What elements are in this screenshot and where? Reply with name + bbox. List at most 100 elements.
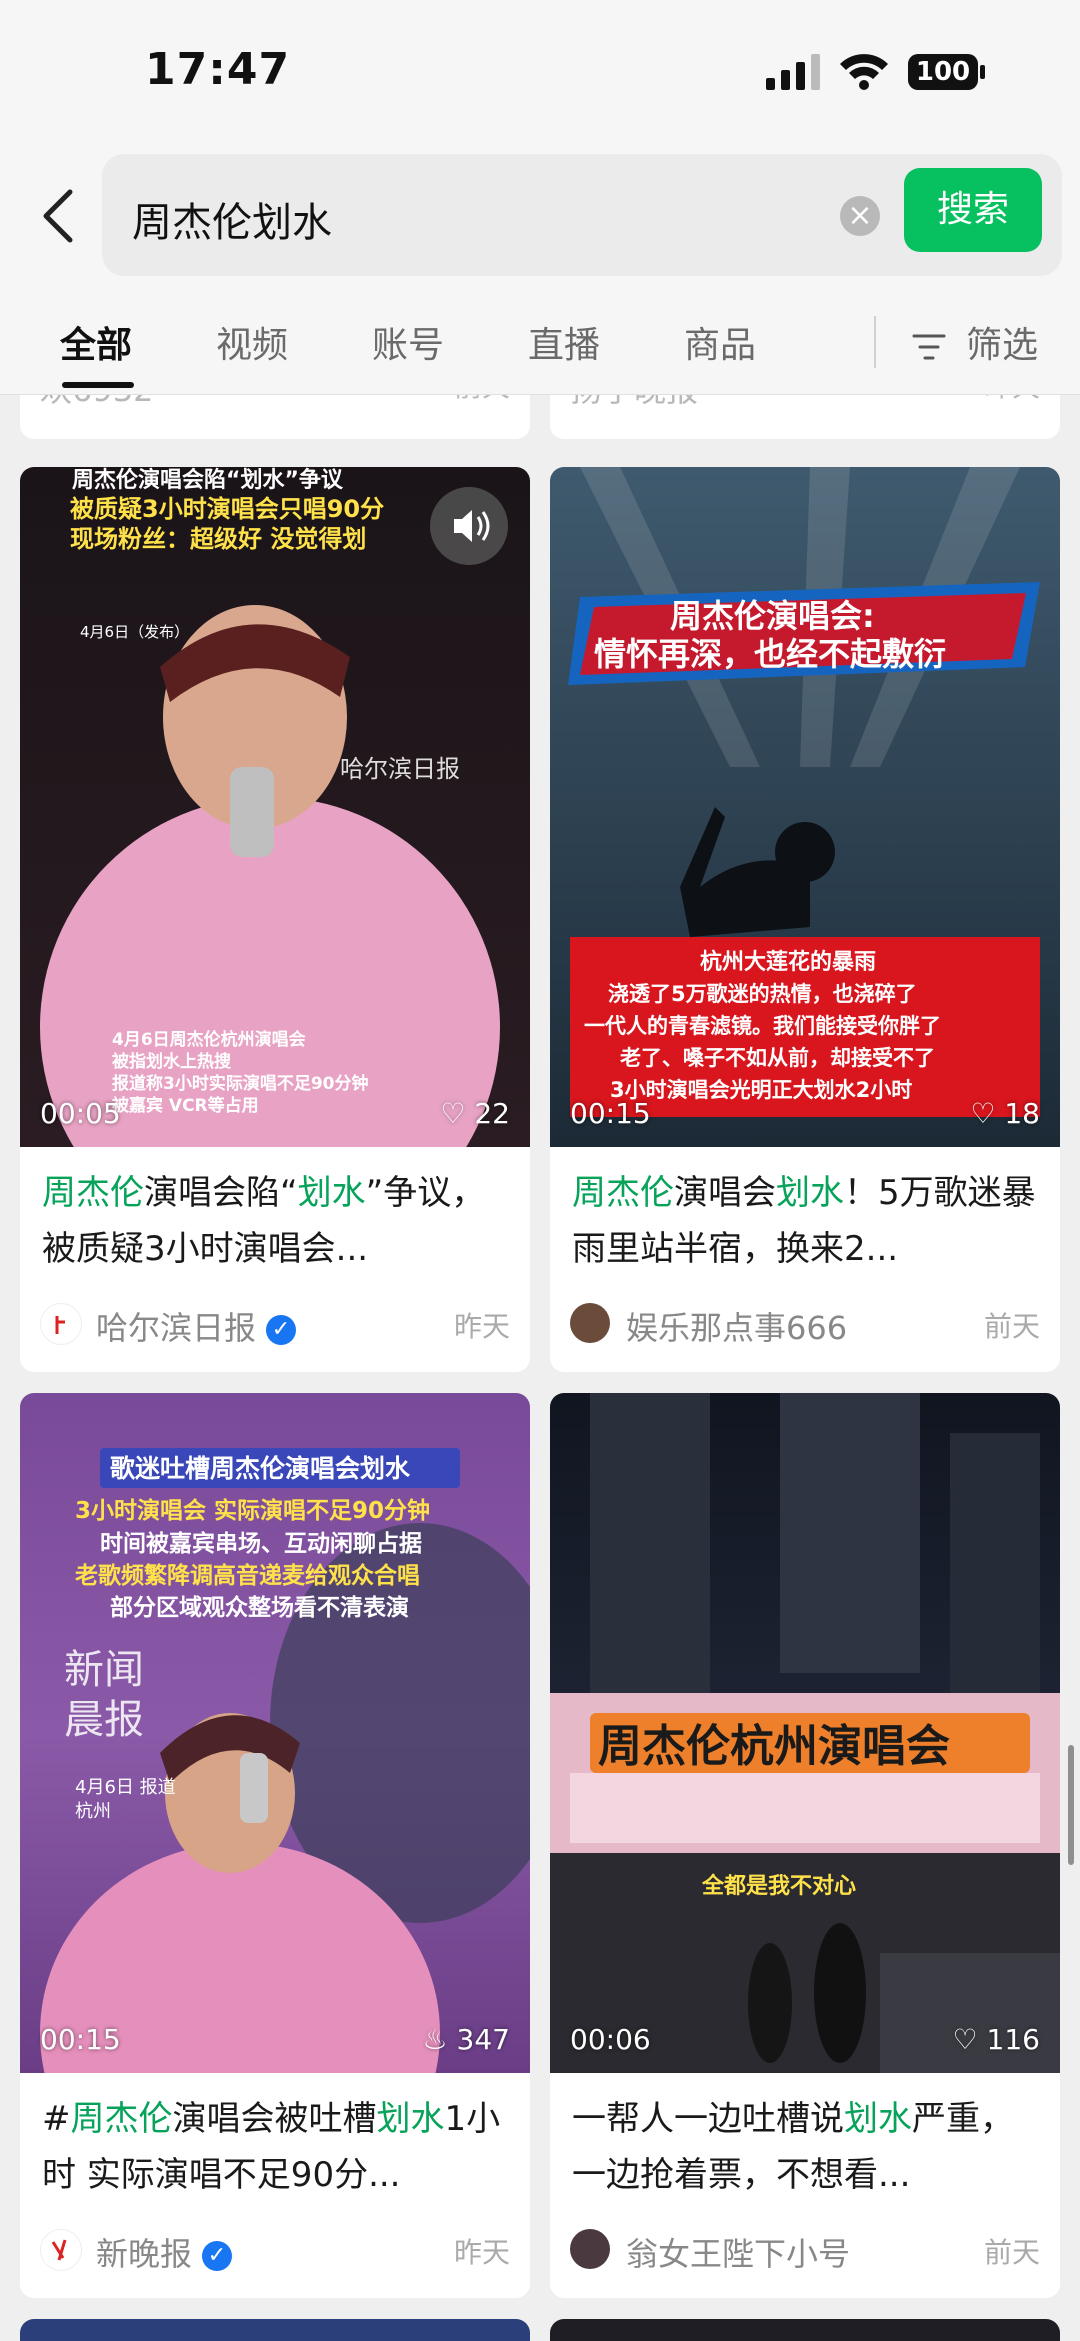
caption-highlight: 划水 — [776, 1173, 844, 1213]
post-time: 前天 — [983, 2236, 1040, 2269]
overlay-text: 老歌频繁降调高音递麦给观众合唱 — [74, 1562, 420, 1589]
verified-badge-icon: ✓ — [266, 1315, 297, 1345]
video-thumbnail[interactable]: 周杰伦杭州演唱会 全都是我不对心 00:06 ♡ 116 — [550, 1393, 1060, 2073]
status-bar: 17:47 100 — [0, 0, 1080, 140]
heart-icon: ♡ — [952, 2023, 978, 2056]
caption-text: 演唱会 — [674, 1173, 776, 1213]
author-name: 哈尔滨日报 ✓ — [96, 1303, 297, 1349]
caption-text: 演唱会被吐槽 — [172, 2099, 377, 2139]
overlay-text: 4月6日 报道 — [75, 1777, 176, 1798]
video-duration: 00:15 — [570, 1097, 651, 1130]
search-header: 周杰伦划水 × 搜索 — [0, 140, 1080, 290]
tab-video[interactable]: 视频 — [216, 316, 288, 368]
overlay-text: 周杰伦演唱会: — [670, 597, 875, 635]
flame-icon: ♨ — [422, 2023, 448, 2056]
caption-highlight: 周杰伦 — [572, 1173, 674, 1213]
caption-highlight: 划水 — [376, 2099, 445, 2139]
video-card[interactable]: 周杰伦演唱会: 情怀再深，也经不起敷衍 杭州大莲花的暴雨 浇透了5万歌迷的热情，… — [550, 467, 1060, 1372]
caption-highlight: 划水 — [297, 1173, 366, 1213]
post-time: 前天 — [983, 1310, 1040, 1343]
post-time: 昨天 — [453, 1310, 510, 1343]
status-time: 17:47 — [145, 44, 291, 95]
author-row[interactable]: 翁女王陛下小号 前天 — [570, 2225, 1040, 2273]
post-time: 前天 — [454, 395, 510, 405]
watermark-text: 哈尔滨日报 — [340, 755, 460, 783]
tab-all[interactable]: 全部 — [60, 316, 132, 368]
video-thumbnail[interactable]: 4月6日（发布） 哈尔滨日报 周杰伦演唱会陷“划水”争议 被质疑3小时演唱会只唱… — [20, 467, 530, 1147]
video-card[interactable] — [550, 2319, 1060, 2341]
video-caption[interactable]: 一帮人一边吐槽说划水严重，一边抢着票，不想看... — [572, 2091, 1042, 2203]
speaker-icon — [454, 510, 490, 542]
video-caption[interactable]: 周杰伦演唱会划水！5万歌迷暴雨里站半宿，换来2... — [572, 1165, 1042, 1277]
caption-highlight: 划水 — [844, 2099, 912, 2139]
overlay-text: 周杰伦杭州演唱会 — [598, 1721, 950, 1772]
video-duration: 00:06 — [570, 2023, 651, 2056]
overlay-text: 4月6日（发布） — [80, 623, 189, 641]
like-count-value: 18 — [1004, 1097, 1040, 1130]
subtitle-text: 全都是我不对心 — [701, 1873, 856, 1899]
back-icon[interactable] — [38, 188, 78, 244]
video-card[interactable]: 周杰伦杭州演唱会 全都是我不对心 00:06 ♡ 116 一帮人一边吐槽说划水严… — [550, 1393, 1060, 2298]
video-card[interactable] — [20, 2319, 530, 2341]
wifi-icon — [840, 54, 888, 90]
overlay-text: 周杰伦演唱会陷“划水”争议 — [72, 467, 344, 493]
author-row[interactable]: 新晚报 ✓ 昨天 — [40, 2225, 510, 2273]
tab-account[interactable]: 账号 — [372, 316, 444, 368]
like-count: ♡ 116 — [953, 2023, 1040, 2056]
tab-goods[interactable]: 商品 — [684, 316, 756, 368]
video-caption[interactable]: 周杰伦演唱会陷“划水”争议，被质疑3小时演唱会... — [42, 1165, 512, 1277]
overlay-text: 现场粉丝：超级好 没觉得划 — [70, 525, 366, 553]
search-query: 周杰伦划水 — [132, 200, 332, 246]
list-item[interactable]: 扬子晚报 昨天 — [550, 395, 1060, 439]
overlay-text: 时间被嘉宾串场、互动闲聊占据 — [100, 1530, 422, 1557]
overlay-text: 被指划水上热搜 — [112, 1051, 232, 1072]
clear-icon[interactable]: × — [840, 196, 880, 236]
battery-level: 100 — [915, 57, 971, 87]
like-count: ♡ 18 — [970, 1097, 1040, 1130]
video-thumbnail[interactable]: 歌迷吐槽周杰伦演唱会划水 3小时演唱会 实际演唱不足90分钟 时间被嘉宾串场、互… — [20, 1393, 530, 2073]
caption-highlight: 周杰伦 — [42, 1173, 144, 1213]
tab-divider — [874, 316, 876, 368]
sound-toggle-button[interactable] — [430, 487, 508, 565]
overlay-text: 浇透了5万歌迷的热情，也浇碎了 — [608, 982, 917, 1006]
heart-icon: ♡ — [970, 1097, 996, 1130]
author-row[interactable]: 哈尔滨日报 ✓ 昨天 — [40, 1299, 510, 1347]
author-name: 扬子晚报 — [570, 395, 698, 411]
author-name: 欢6932 — [40, 395, 153, 411]
overlay-text: 3小时演唱会光明正大划水2小时 — [610, 1078, 912, 1102]
cellular-signal-icon — [766, 54, 820, 90]
overlay-text: 老了、嗓子不如从前，却接受不了 — [620, 1046, 935, 1070]
video-thumbnail[interactable]: 周杰伦演唱会: 情怀再深，也经不起敷衍 杭州大莲花的暴雨 浇透了5万歌迷的热情，… — [550, 467, 1060, 1147]
result-tabs: 全部 视频 账号 直播 商品 筛选 — [0, 290, 1080, 395]
video-card[interactable]: 4月6日（发布） 哈尔滨日报 周杰伦演唱会陷“划水”争议 被质疑3小时演唱会只唱… — [20, 467, 530, 1372]
caption-text: 演唱会陷“ — [144, 1173, 298, 1213]
video-caption[interactable]: #周杰伦演唱会被吐槽划水1小时 实际演唱不足90分... — [42, 2091, 512, 2203]
filter-button[interactable]: 筛选 — [912, 316, 1038, 368]
avatar — [570, 1303, 610, 1343]
caption-text: 一帮人一边吐槽说 — [572, 2099, 844, 2139]
avatar — [40, 2229, 82, 2271]
video-duration: 00:05 — [40, 1097, 121, 1130]
overlay-text: 杭州 — [75, 1801, 111, 1822]
active-tab-indicator — [62, 382, 134, 388]
overlay-text: 歌迷吐槽周杰伦演唱会划水 — [110, 1454, 411, 1483]
overlay-text: 4月6日周杰伦杭州演唱会 — [112, 1029, 306, 1050]
caption-highlight: 周杰伦 — [70, 2099, 173, 2139]
overlay-text: 杭州大莲花的暴雨 — [700, 949, 876, 975]
overlay-text: 部分区域观众整场看不清表演 — [110, 1594, 409, 1621]
video-card[interactable]: 歌迷吐槽周杰伦演唱会划水 3小时演唱会 实际演唱不足90分钟 时间被嘉宾串场、互… — [20, 1393, 530, 2298]
overlay-text: 报道称3小时实际演唱不足90分钟 — [112, 1073, 369, 1094]
author-name: 娱乐那点事666 — [626, 1309, 848, 1347]
search-button[interactable]: 搜索 — [904, 168, 1042, 252]
video-duration: 00:15 — [40, 2023, 121, 2056]
caption-text: # — [42, 2099, 71, 2139]
search-input[interactable]: 周杰伦划水 × 搜索 — [102, 154, 1062, 276]
like-count: ♨ 347 — [423, 2023, 510, 2056]
author-name-text: 新晚报 — [96, 2235, 193, 2273]
author-row[interactable]: 娱乐那点事666 前天 — [570, 1299, 1040, 1347]
battery-icon: 100 — [908, 52, 986, 92]
list-item[interactable]: 欢6932 前天 — [20, 395, 530, 439]
tab-live[interactable]: 直播 — [528, 316, 600, 368]
overlay-text: 新闻 — [64, 1647, 144, 1693]
scrollbar[interactable] — [1068, 1745, 1074, 1865]
